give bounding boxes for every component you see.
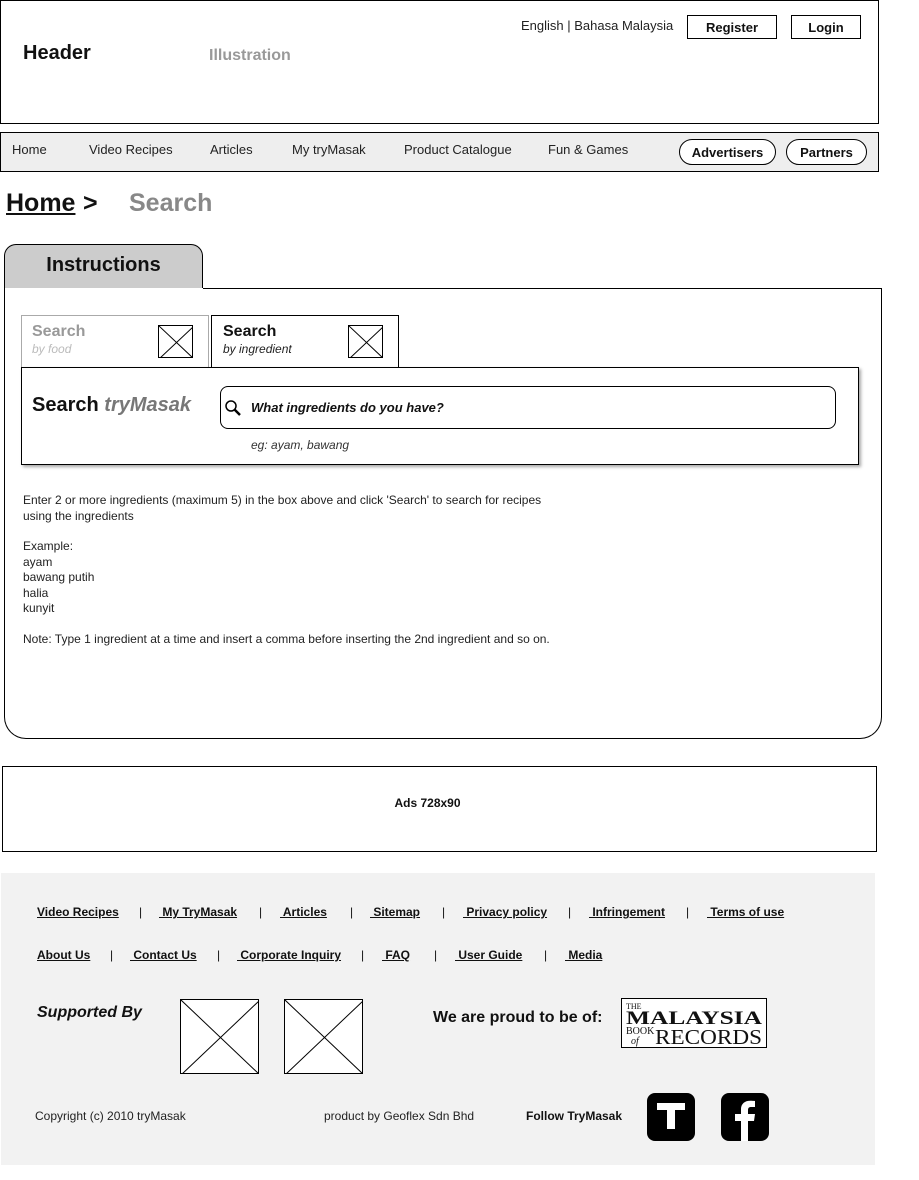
sponsor-logo-placeholder[interactable] [284, 999, 363, 1074]
example-heading: Example: [23, 539, 74, 553]
footer-separator: | [361, 948, 365, 962]
placeholder-image-icon [158, 325, 193, 358]
malaysia-book-of-records-logo[interactable]: THE MALAYSIA BOOK of RECORDS [621, 998, 767, 1049]
instructions-paragraph-line1: Enter 2 or more ingredients (maximum 5) … [23, 493, 542, 507]
nav-item-articles[interactable]: Articles [210, 142, 253, 157]
footer-link-about-us[interactable]: About Us [37, 948, 90, 962]
svg-text:of: of [631, 1036, 640, 1047]
ingredient-search-input[interactable] [249, 399, 823, 416]
footer-separator: | [259, 905, 263, 919]
product-by-text: product by Geoflex Sdn Bhd [324, 1109, 475, 1123]
header-illustration: Illustration [209, 47, 291, 64]
footer-link-user-guide[interactable]: User Guide [455, 948, 522, 962]
footer-separator: | [139, 905, 143, 919]
footer-link-video-recipes[interactable]: Video Recipes [37, 905, 119, 919]
footer-separator: | [110, 948, 114, 962]
breadcrumb-separator: > [83, 189, 98, 217]
header-title: Header [23, 42, 91, 64]
footer-link-privacy-policy[interactable]: Privacy policy [463, 905, 547, 919]
tab-search-by-food-subtitle: by food [32, 342, 72, 356]
footer-link-media[interactable]: Media [565, 948, 602, 962]
register-button[interactable]: Register [687, 15, 777, 39]
instructions-paragraph-line2: using the ingredients [23, 509, 134, 523]
example-item: bawang putih [23, 570, 95, 584]
follow-label: Follow TryMasak [526, 1109, 623, 1123]
footer-separator: | [434, 948, 438, 962]
footer-separator: | [568, 905, 572, 919]
placeholder-image-icon [348, 325, 383, 358]
tab-search-by-ingredient-subtitle: by ingredient [223, 342, 292, 356]
twitter-icon[interactable] [647, 1093, 695, 1141]
example-item: kunyit [23, 601, 55, 615]
ingredient-search-box[interactable] [220, 386, 836, 429]
footer-separator: | [544, 948, 548, 962]
login-button[interactable]: Login [791, 15, 861, 39]
nav-item-video-recipes[interactable]: Video Recipes [89, 142, 173, 157]
nav-item-home[interactable]: Home [12, 142, 47, 157]
footer-separator: | [686, 905, 690, 919]
footer-separator: | [350, 905, 354, 919]
supported-by-label: Supported By [37, 1004, 142, 1021]
footer-separator: | [442, 905, 446, 919]
breadcrumb-current: Search [129, 189, 213, 217]
tab-search-by-food-title: Search [32, 323, 86, 340]
breadcrumb-home-link[interactable]: Home [6, 189, 75, 218]
proud-to-be-label: We are proud to be of: [433, 1009, 603, 1026]
footer-link-infringement[interactable]: Infringement [589, 905, 665, 919]
search-example-hint: eg: ayam, bawang [251, 438, 350, 452]
search-label: Search tryMasak [32, 394, 191, 417]
copyright-text: Copyright (c) 2010 tryMasak [35, 1109, 186, 1123]
example-item: halia [23, 586, 49, 600]
facebook-icon[interactable] [721, 1093, 769, 1141]
nav-item-product-catalogue[interactable]: Product Catalogue [404, 142, 512, 157]
footer-link-articles[interactable]: Articles [280, 905, 327, 919]
svg-text:RECORDS: RECORDS [655, 1025, 762, 1047]
footer-link-terms-of-use[interactable]: Terms of use [707, 905, 784, 919]
advertisers-button[interactable]: Advertisers [679, 139, 776, 165]
sponsor-logo-placeholder[interactable] [180, 999, 259, 1074]
footer-link-faq[interactable]: FAQ [382, 948, 410, 962]
footer-link-sitemap[interactable]: Sitemap [370, 905, 420, 919]
search-icon[interactable] [224, 399, 242, 422]
tab-search-by-ingredient-title: Search [223, 323, 277, 340]
instructions-note: Note: Type 1 ingredient at a time and in… [23, 632, 550, 646]
footer-link-contact-us[interactable]: Contact Us [130, 948, 196, 962]
language-switcher[interactable]: English | Bahasa Malaysia [521, 18, 673, 33]
nav-item-fun-games[interactable]: Fun & Games [548, 142, 628, 157]
footer-link-corporate-inquiry[interactable]: Corporate Inquiry [237, 948, 341, 962]
partners-button[interactable]: Partners [786, 139, 867, 165]
instructions-tab-label: Instructions [46, 254, 161, 276]
search-label-brand: tryMasak [104, 394, 191, 416]
nav-item-my-trymasak[interactable]: My tryMasak [292, 142, 366, 157]
footer-separator: | [217, 948, 221, 962]
panel-top-border [203, 288, 882, 289]
example-item: ayam [23, 555, 53, 569]
ad-banner-label: Ads 728x90 [394, 796, 461, 810]
search-label-prefix: Search [32, 394, 99, 416]
footer-link-my-trymasak[interactable]: My TryMasak [159, 905, 237, 919]
